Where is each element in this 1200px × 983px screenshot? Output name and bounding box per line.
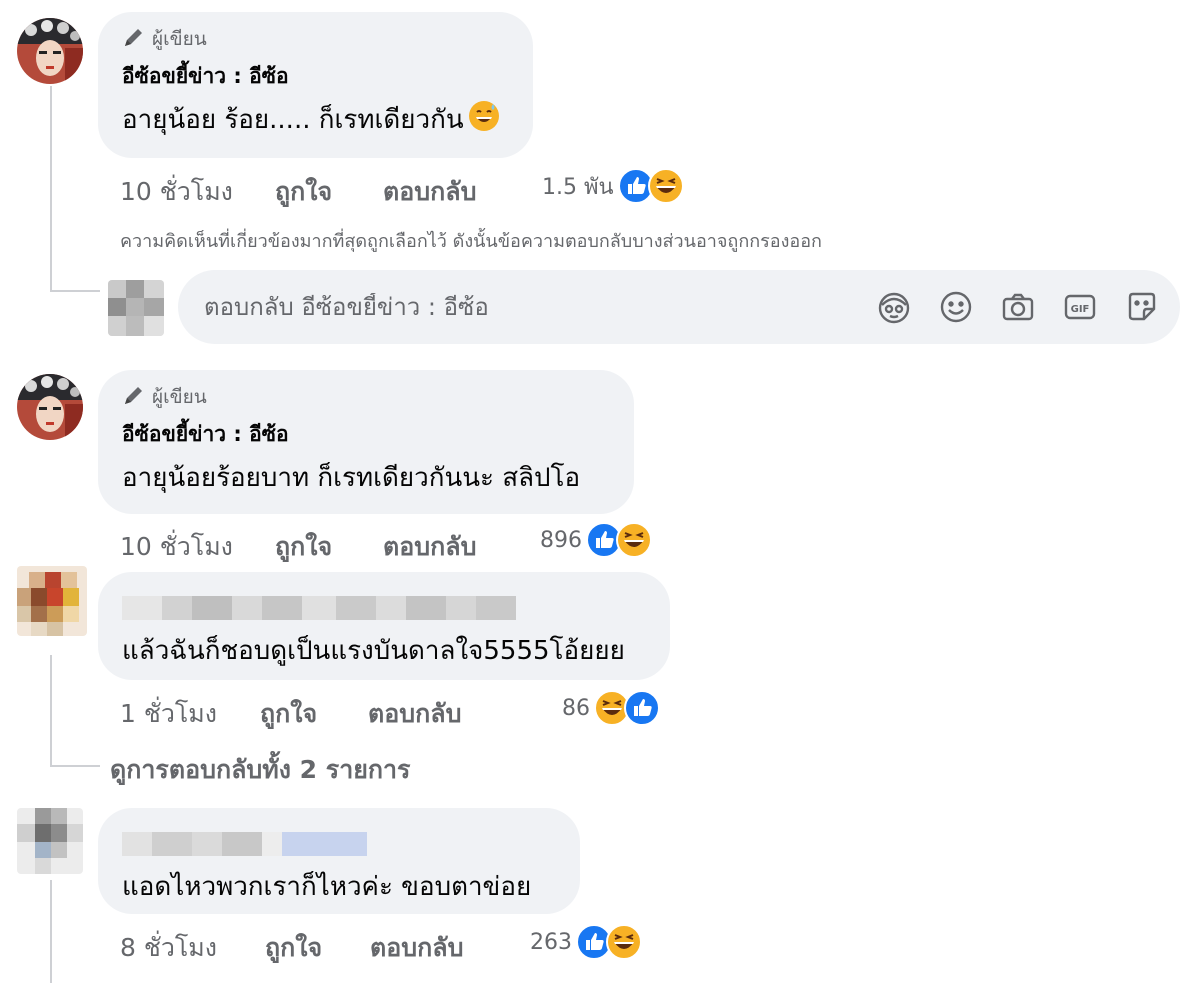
thread-line-elbow (50, 290, 100, 292)
reply-composer: GIF (178, 270, 1180, 344)
current-user-avatar[interactable] (108, 280, 164, 336)
reaction-summary[interactable]: 1.5 พัน (542, 168, 684, 204)
comment-text: อายุน้อย ร้อย..... ก็เรทเดียวกัน (122, 99, 509, 140)
comment-time[interactable]: 1 ชั่วโมง (120, 694, 260, 734)
commenter-avatar[interactable] (17, 566, 87, 636)
thread-line-elbow (50, 765, 100, 767)
svg-text:GIF: GIF (1071, 304, 1090, 315)
reply-input[interactable] (204, 293, 844, 321)
like-button[interactable]: ถูกใจ (275, 172, 383, 212)
view-replies-link[interactable]: ดูการตอบกลับทั้ง 2 รายการ (110, 750, 411, 790)
comment-time[interactable]: 10 ชั่วโมง (120, 527, 275, 567)
composer-tools: GIF (876, 289, 1160, 325)
comment-text: อายุน้อยร้อยบาท ก็เรทเดียวกันนะ สลิปโอ (122, 463, 581, 493)
comment-bubble: ผู้เขียน อีซ้อขยี้ข่าว : อีซ้อ อายุน้อยร… (98, 370, 634, 514)
comment-text: แอดไหวพวกเราก็ไหวค่ะ ขอบตาข่อย (122, 872, 532, 902)
pencil-icon (122, 25, 146, 54)
blurred-commenter-name[interactable] (122, 596, 646, 620)
reaction-summary[interactable]: 896 (540, 522, 652, 558)
emoji-icon[interactable] (938, 289, 974, 325)
reaction-summary[interactable]: 86 (562, 690, 660, 726)
reaction-count: 86 (562, 695, 590, 721)
like-button[interactable]: ถูกใจ (260, 694, 368, 734)
pencil-icon (122, 383, 146, 412)
thread-line (50, 655, 52, 767)
comment-author[interactable]: อีซ้อขยี้ข่าว : อีซ้อ (122, 60, 509, 93)
haha-reaction-icon (616, 522, 652, 558)
like-reaction-icon (624, 690, 660, 726)
comment-time[interactable]: 8 ชั่วโมง (120, 928, 265, 968)
haha-reaction-icon (606, 924, 642, 960)
comment-bubble: ผู้เขียน อีซ้อขยี้ข่าว : อีซ้อ อายุน้อย … (98, 12, 533, 158)
comment-meta: 10 ชั่วโมง ถูกใจ ตอบกลับ (120, 527, 476, 567)
like-button[interactable]: ถูกใจ (275, 527, 383, 567)
author-avatar[interactable] (17, 18, 83, 84)
thread-line (50, 86, 52, 292)
reply-button[interactable]: ตอบกลับ (383, 527, 476, 567)
thread-line (50, 880, 52, 983)
sticker-icon[interactable] (1124, 289, 1160, 325)
blurred-commenter-name[interactable] (122, 832, 556, 856)
comment-meta: 1 ชั่วโมง ถูกใจ ตอบกลับ (120, 694, 461, 734)
gif-icon[interactable]: GIF (1062, 289, 1098, 325)
comment-author[interactable]: อีซ้อขยี้ข่าว : อีซ้อ (122, 418, 610, 451)
relevance-notice: ความคิดเห็นที่เกี่ยวข้องมากที่สุดถูกเลือ… (120, 231, 822, 252)
camera-icon[interactable] (1000, 289, 1036, 325)
like-button[interactable]: ถูกใจ (265, 928, 370, 968)
comment-meta: 8 ชั่วโมง ถูกใจ ตอบกลับ (120, 928, 463, 968)
comment-text: แล้วฉันก็ชอบดูเป็นแรงบันดาลใจ5555โอ้ยยย (122, 636, 625, 666)
author-badge: ผู้เขียน (122, 384, 610, 410)
reaction-count: 1.5 พัน (542, 174, 614, 200)
author-badge-label: ผู้เขียน (152, 28, 207, 50)
comment-meta: 10 ชั่วโมง ถูกใจ ตอบกลับ (120, 172, 476, 212)
grinning-sweat-emoji (468, 100, 500, 139)
comment-bubble: แอดไหวพวกเราก็ไหวค่ะ ขอบตาข่อย (98, 808, 580, 914)
comment-bubble: แล้วฉันก็ชอบดูเป็นแรงบันดาลใจ5555โอ้ยยย (98, 572, 670, 680)
commenter-avatar[interactable] (17, 808, 83, 874)
author-badge: ผู้เขียน (122, 26, 509, 52)
reply-button[interactable]: ตอบกลับ (383, 172, 476, 212)
reply-button[interactable]: ตอบกลับ (370, 928, 463, 968)
reaction-count: 896 (540, 527, 582, 553)
avatar-sticker-icon[interactable] (876, 289, 912, 325)
comment-text-content: อายุน้อย ร้อย..... ก็เรทเดียวกัน (122, 105, 464, 135)
author-badge-label: ผู้เขียน (152, 386, 207, 408)
reaction-count: 263 (530, 929, 572, 955)
comment-time[interactable]: 10 ชั่วโมง (120, 172, 275, 212)
haha-reaction-icon (647, 168, 684, 204)
author-avatar[interactable] (17, 374, 83, 440)
reply-button[interactable]: ตอบกลับ (368, 694, 461, 734)
reaction-summary[interactable]: 263 (530, 924, 642, 960)
